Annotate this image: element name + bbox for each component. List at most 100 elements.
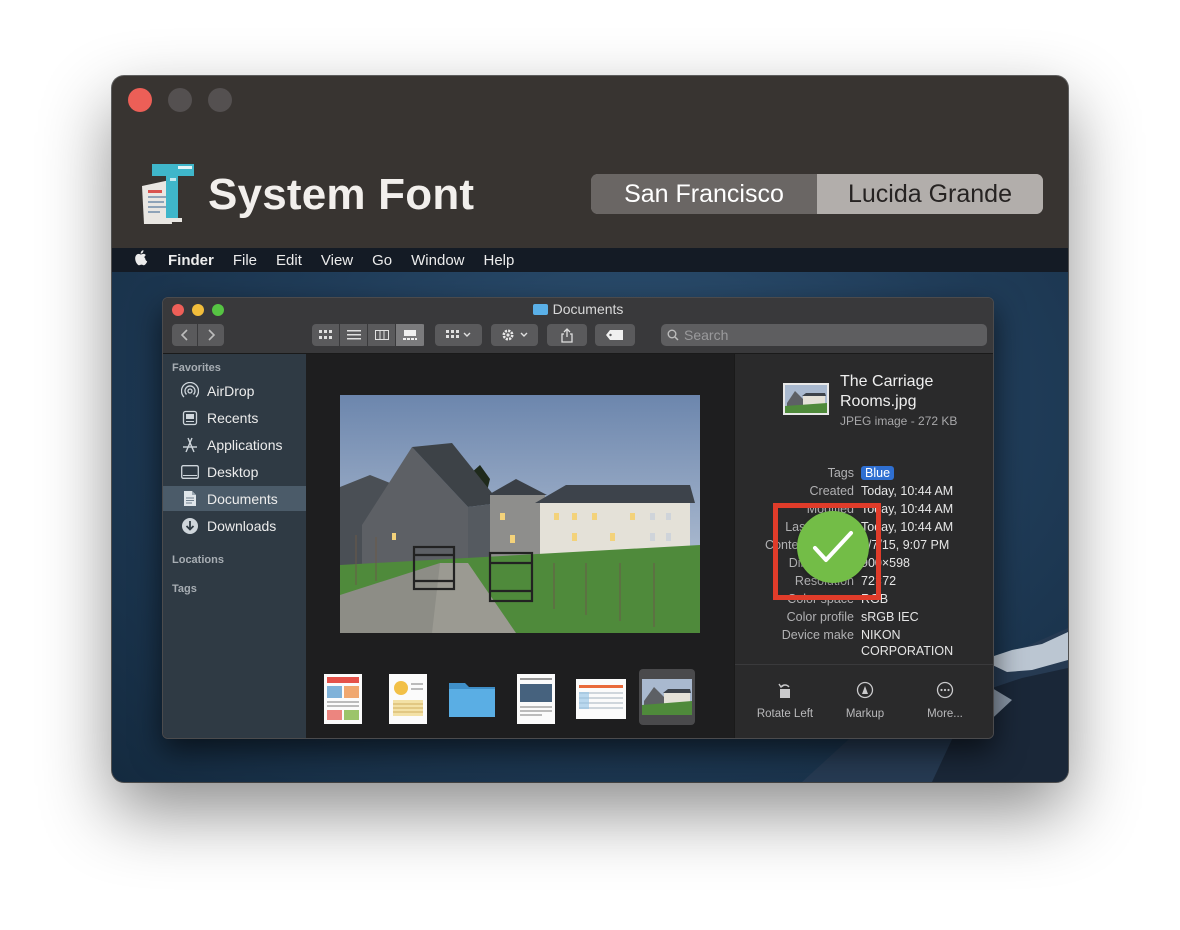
zoom-button[interactable] (208, 88, 232, 112)
thumbnail-spreadsheet[interactable] (576, 679, 626, 719)
markup-icon (856, 681, 874, 699)
gallery-view-button[interactable] (396, 324, 424, 346)
folder-icon (532, 304, 548, 315)
gallery-preview-image[interactable] (340, 395, 700, 633)
tags-button[interactable] (595, 324, 635, 346)
sidebar-header-tags[interactable]: Tags (172, 583, 197, 595)
markup-label: Markup (845, 708, 885, 720)
metadata-row: Created Today, 10:44 AM (735, 484, 993, 502)
more-icon (936, 681, 954, 699)
airdrop-icon (179, 381, 201, 400)
font-segmented-control[interactable]: San Francisco Lucida Grande (591, 174, 1043, 214)
sidebar-item-label: Documents (207, 490, 278, 507)
metadata-value: CORPORATION (861, 644, 954, 658)
desktop-icon (179, 463, 201, 481)
sidebar-item-label: Applications (207, 436, 283, 453)
rotate-left-icon (778, 683, 790, 698)
gallery-icon (403, 330, 417, 340)
nav-buttons (172, 324, 224, 346)
thumbnail-folder-icon[interactable] (448, 678, 496, 718)
sidebar-header-favorites: Favorites (172, 362, 221, 374)
minimize-button[interactable] (168, 88, 192, 112)
list-icon (346, 330, 361, 340)
app-logo-icon (142, 164, 194, 224)
search-icon (667, 329, 679, 341)
close-button[interactable] (128, 88, 152, 112)
more-label: More... (927, 708, 963, 720)
sidebar-item-label: Recents (207, 409, 259, 426)
share-button[interactable] (547, 324, 587, 346)
metadata-key: Color profile (786, 610, 854, 624)
segment-lucida-grande[interactable]: Lucida Grande (817, 174, 1043, 214)
tag-badge[interactable]: Blue (861, 466, 895, 480)
gallery-filmstrip (306, 666, 734, 738)
inspector-file-name: The Carriage Rooms.jpg (840, 373, 934, 410)
sidebar-header-locations[interactable]: Locations (172, 554, 224, 566)
sidebar-item-airdrop[interactable]: AirDrop (163, 378, 306, 403)
apple-menu-icon[interactable] (132, 250, 152, 270)
recents-icon (179, 409, 201, 427)
applications-icon (179, 436, 201, 454)
desktop-preview: Finder File Edit View Go Window Help Doc… (112, 248, 1068, 782)
documents-icon (179, 490, 201, 508)
inspector-file-kind: JPEG image - 272 KB (840, 414, 958, 428)
thumbnail-report[interactable] (389, 674, 427, 724)
search-field[interactable] (661, 324, 987, 346)
sidebar-item-label: AirDrop (207, 382, 255, 399)
thumbnail-newsletter[interactable] (324, 674, 362, 724)
thumbnail-selected[interactable] (639, 669, 695, 725)
sidebar-item-label: Desktop (207, 463, 259, 480)
menu-view[interactable]: View (321, 252, 353, 269)
menu-go[interactable]: Go (372, 252, 392, 269)
metadata-row: CORPORATION (735, 644, 993, 662)
markup-button[interactable]: Markup (825, 679, 905, 720)
app-window: System Font San Francisco Lucida Grande … (112, 76, 1068, 782)
group-icon (445, 330, 470, 338)
more-button[interactable]: More... (905, 679, 985, 720)
downloads-icon (179, 517, 201, 535)
metadata-value: NIKON (861, 628, 901, 642)
metadata-value: Today, 10:44 AM (861, 484, 954, 498)
metadata-value: sRGB IEC (861, 610, 919, 624)
icon-view-button[interactable] (312, 324, 340, 346)
metadata-row: Tags Blue (735, 466, 993, 484)
action-menu-button[interactable] (491, 324, 538, 346)
columns-icon (374, 330, 389, 340)
grid-icon (318, 330, 332, 339)
app-title: System Font (208, 170, 475, 219)
group-menu-button[interactable] (435, 324, 482, 346)
chevron-left-icon (180, 329, 188, 341)
metadata-row: Color profile sRGB IEC (735, 610, 993, 628)
column-view-button[interactable] (368, 324, 396, 346)
metadata-value: Blue (861, 466, 895, 480)
menu-file[interactable]: File (233, 252, 257, 269)
sidebar-item-applications[interactable]: Applications (163, 432, 306, 457)
segment-san-francisco[interactable]: San Francisco (591, 174, 817, 214)
sidebar-item-documents[interactable]: Documents (163, 486, 306, 511)
back-button[interactable] (172, 324, 198, 346)
search-input[interactable] (684, 327, 974, 343)
metadata-key: Device make (781, 628, 854, 642)
chevron-right-icon (208, 329, 216, 341)
metadata-key: Tags (827, 466, 854, 480)
rotate-left-button[interactable]: Rotate Left (745, 679, 825, 720)
list-view-button[interactable] (340, 324, 368, 346)
tag-icon (606, 330, 623, 340)
menu-edit[interactable]: Edit (276, 252, 302, 269)
menu-help[interactable]: Help (484, 252, 515, 269)
sidebar-item-label: Downloads (207, 517, 277, 534)
forward-button[interactable] (198, 324, 224, 346)
sidebar-item-recents[interactable]: Recents (163, 405, 306, 430)
sidebar-item-downloads[interactable]: Downloads (163, 513, 306, 538)
gear-icon (502, 329, 527, 341)
finder-window-title: Documents (163, 301, 993, 317)
quick-actions: Rotate Left Markup More... (735, 664, 993, 738)
sidebar-item-desktop[interactable]: Desktop (163, 459, 306, 484)
thumbnail-brochure[interactable] (517, 674, 555, 724)
thumbnail-carriage-rooms (642, 679, 692, 715)
menu-finder[interactable]: Finder (168, 252, 214, 269)
metadata-key: Created (809, 484, 854, 498)
menu-bar: Finder File Edit View Go Window Help (112, 248, 1068, 272)
menu-window[interactable]: Window (411, 252, 464, 269)
inspector-thumbnail (783, 383, 829, 415)
